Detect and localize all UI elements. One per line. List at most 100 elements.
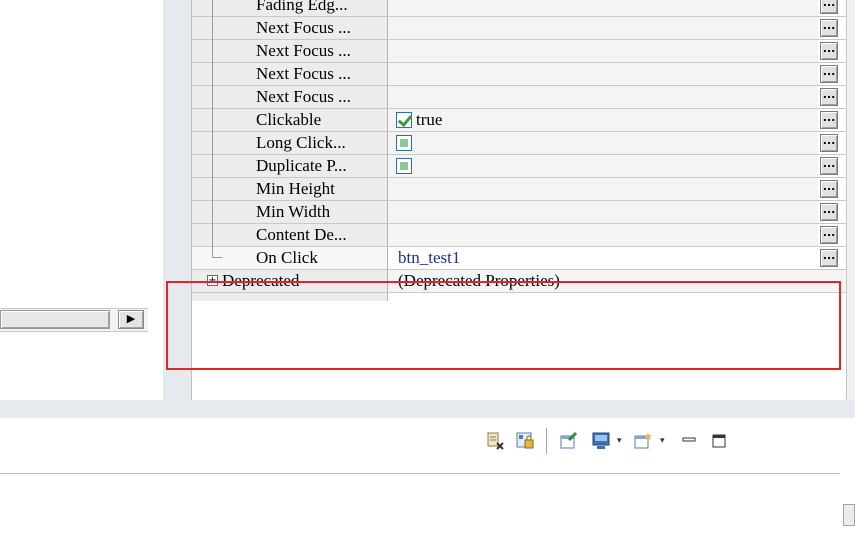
property-name-cell: Min Width <box>192 201 388 224</box>
tree-line <box>212 247 213 257</box>
pin-icon[interactable] <box>558 430 580 452</box>
property-row-min-height[interactable]: Min Height ... <box>192 178 855 201</box>
ellipsis-button[interactable]: ... <box>820 203 838 221</box>
property-name: Next Focus ... <box>256 41 351 60</box>
tree-line <box>212 155 213 178</box>
property-name: On Click <box>256 248 318 267</box>
property-name: Long Click... <box>256 133 346 152</box>
empty-row <box>192 293 855 301</box>
toolbar: ▾ ▾ <box>480 426 855 458</box>
expand-icon[interactable]: + <box>207 275 218 286</box>
property-row[interactable]: Next Focus ... ... <box>192 40 855 63</box>
ellipsis-button[interactable]: ... <box>820 157 838 175</box>
property-value-cell[interactable] <box>388 0 818 16</box>
group-value: (Deprecated Properties) <box>398 271 560 290</box>
property-name: Fading Edg... <box>256 0 348 14</box>
pane-divider <box>0 400 855 418</box>
property-row[interactable]: Fading Edg... ... <box>192 0 855 17</box>
property-name-cell: Next Focus ... <box>192 63 388 86</box>
maximize-icon[interactable] <box>708 430 730 452</box>
tree-line <box>212 40 213 63</box>
new-view-icon[interactable] <box>632 430 654 452</box>
property-row-on-click[interactable]: On Click btn_test1 ... <box>192 247 855 270</box>
ellipsis-button[interactable]: ... <box>820 249 838 267</box>
property-value-cell[interactable]: true <box>388 109 818 131</box>
property-value-cell[interactable]: btn_test1 <box>388 247 818 269</box>
property-value-cell[interactable] <box>388 132 818 154</box>
property-name-cell: Next Focus ... <box>192 17 388 40</box>
property-row[interactable]: Next Focus ... ... <box>192 86 855 109</box>
property-value-cell[interactable] <box>388 178 818 200</box>
tree-line <box>212 86 213 109</box>
property-value-cell[interactable] <box>388 224 818 246</box>
new-view-dropdown-icon[interactable]: ▾ <box>660 430 670 452</box>
minimize-icon[interactable] <box>678 430 700 452</box>
monitor-dropdown-icon[interactable]: ▾ <box>617 430 627 452</box>
ellipsis-button[interactable]: ... <box>820 19 838 37</box>
property-name: Clickable <box>256 110 322 129</box>
left-pane <box>0 0 164 400</box>
ellipsis-button[interactable]: ... <box>820 226 838 244</box>
long-click-checkbox[interactable] <box>396 135 412 151</box>
empty-name-cell <box>192 293 388 301</box>
ellipsis-button[interactable]: ... <box>820 0 838 14</box>
scrollbar-thumb[interactable] <box>0 310 110 329</box>
tree-line <box>212 63 213 86</box>
remove-attribute-icon[interactable] <box>484 430 506 452</box>
property-row-min-width[interactable]: Min Width ... <box>192 201 855 224</box>
property-name: Min Height <box>256 179 335 198</box>
tree-line <box>212 109 213 132</box>
ellipsis-button[interactable]: ... <box>820 134 838 152</box>
tree-line <box>212 0 213 17</box>
tree-line-end <box>212 257 222 258</box>
property-value-cell[interactable] <box>388 63 818 85</box>
property-name: Min Width <box>256 202 331 221</box>
status-divider <box>0 473 840 474</box>
clickable-checkbox[interactable] <box>396 112 412 128</box>
property-value-cell[interactable] <box>388 201 818 223</box>
property-value-cell[interactable] <box>388 155 818 177</box>
on-click-value[interactable]: btn_test1 <box>398 247 460 269</box>
tree-line <box>212 201 213 224</box>
horizontal-scrollbar[interactable]: ▶ <box>0 308 148 332</box>
property-row[interactable]: Next Focus ... ... <box>192 63 855 86</box>
lock-icon[interactable] <box>514 430 536 452</box>
pane-gap <box>163 0 191 400</box>
tree-line <box>212 17 213 40</box>
property-name-cell: Fading Edg... <box>192 0 388 17</box>
group-value-cell: (Deprecated Properties) <box>388 270 848 292</box>
ellipsis-button[interactable]: ... <box>820 88 838 106</box>
tree-line <box>212 224 213 247</box>
property-name-cell: On Click <box>192 247 388 269</box>
property-name-cell: Clickable <box>192 109 388 132</box>
property-name: Content De... <box>256 225 347 244</box>
property-name: Next Focus ... <box>256 18 351 37</box>
property-group-deprecated[interactable]: + Deprecated (Deprecated Properties) <box>192 270 855 293</box>
property-row-long-click[interactable]: Long Click... ... <box>192 132 855 155</box>
property-row[interactable]: Next Focus ... ... <box>192 17 855 40</box>
property-row-content-description[interactable]: Content De... ... <box>192 224 855 247</box>
property-row-clickable[interactable]: Clickable true ... <box>192 109 855 132</box>
corner-button[interactable] <box>843 504 855 526</box>
property-value-cell[interactable] <box>388 86 818 108</box>
vertical-scrollbar[interactable] <box>846 0 855 400</box>
tree-line <box>212 132 213 155</box>
property-row-duplicate[interactable]: Duplicate P... ... <box>192 155 855 178</box>
property-name: Next Focus ... <box>256 87 351 106</box>
property-name-cell: Duplicate P... <box>192 155 388 178</box>
property-name-cell: Long Click... <box>192 132 388 155</box>
scroll-right-arrow-icon[interactable]: ▶ <box>118 310 144 329</box>
property-value-cell[interactable] <box>388 17 818 39</box>
property-name-cell: Min Height <box>192 178 388 201</box>
tree-line <box>212 178 213 201</box>
ellipsis-button[interactable]: ... <box>820 180 838 198</box>
toolbar-separator <box>546 428 547 454</box>
ellipsis-button[interactable]: ... <box>820 42 838 60</box>
duplicate-parent-checkbox[interactable] <box>396 158 412 174</box>
monitor-icon[interactable] <box>590 430 612 452</box>
property-value-cell[interactable] <box>388 40 818 62</box>
group-name: Deprecated <box>222 271 300 290</box>
ellipsis-button[interactable]: ... <box>820 111 838 129</box>
ellipsis-button[interactable]: ... <box>820 65 838 83</box>
property-name-cell: Content De... <box>192 224 388 247</box>
